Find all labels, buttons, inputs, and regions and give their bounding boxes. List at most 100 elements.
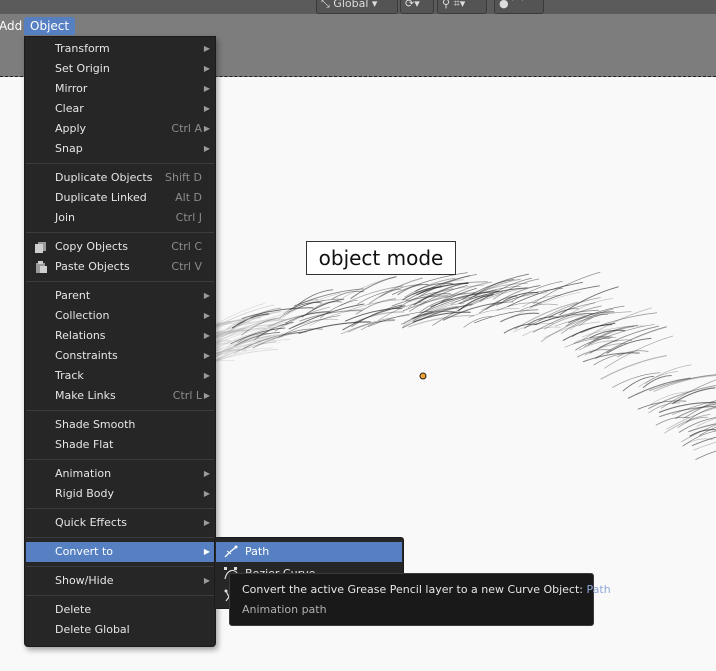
menu-item-constraints[interactable]: Constraints ▶ bbox=[26, 346, 214, 366]
menu-item-apply[interactable]: Apply Ctrl A ▶ bbox=[26, 119, 214, 139]
copy-icon bbox=[35, 242, 46, 253]
menu-item-shortcut: Ctrl L bbox=[172, 389, 202, 402]
submenu-arrow-icon: ▶ bbox=[203, 391, 210, 400]
menu-item-show-hide[interactable]: Show/Hide ▶ bbox=[26, 571, 214, 591]
eyebrow-stroke bbox=[576, 349, 611, 358]
menu-item-label: Make Links bbox=[55, 389, 116, 402]
menu-item-delete[interactable]: Delete bbox=[26, 600, 214, 620]
eyebrow-stroke bbox=[292, 318, 339, 328]
snapping-dropdown[interactable]: ⚲ ⌗▾ bbox=[437, 0, 487, 14]
submenu-arrow-icon: ▶ bbox=[203, 124, 210, 133]
menu-item-animation[interactable]: Animation ▶ bbox=[26, 464, 214, 484]
menu-item-label: Rigid Body bbox=[55, 487, 114, 500]
tooltip-value: Path bbox=[586, 583, 611, 596]
object-origin-point[interactable] bbox=[419, 372, 427, 380]
menu-item-label: Shade Smooth bbox=[55, 418, 136, 431]
menu-item-make-links[interactable]: Make Links Ctrl L ▶ bbox=[26, 386, 214, 406]
menu-item-rigid-body[interactable]: Rigid Body ▶ bbox=[26, 484, 214, 504]
transform-orientation-dropdown[interactable]: ⤡ Global ▾ bbox=[316, 0, 398, 14]
submenu-arrow-icon: ▶ bbox=[203, 547, 210, 556]
menu-separator bbox=[26, 163, 214, 164]
menu-item-delete-global[interactable]: Delete Global bbox=[26, 620, 214, 640]
menu-item-label: Convert to bbox=[55, 545, 114, 558]
eyebrow-stroke bbox=[695, 450, 716, 460]
eyebrow-stroke bbox=[612, 372, 661, 388]
submenu-arrow-icon: ▶ bbox=[203, 144, 210, 153]
menu-item-snap[interactable]: Snap ▶ bbox=[26, 139, 214, 159]
submenu-arrow-icon: ▶ bbox=[203, 351, 210, 360]
orientation-icon: ⤡ bbox=[321, 0, 334, 10]
menu-item-copy-objects[interactable]: Copy Objects Ctrl C bbox=[26, 237, 214, 257]
tooltip-text: Convert the active Grease Pencil layer t… bbox=[242, 583, 583, 596]
eyebrow-stroke bbox=[659, 405, 716, 418]
top-toolbar: ⤡ Global ▾ ⟳▾ ⚲ ⌗▾ ● ⌒ bbox=[0, 0, 716, 14]
menu-item-relations[interactable]: Relations ▶ bbox=[26, 326, 214, 346]
menu-item-label: Shade Flat bbox=[55, 438, 114, 451]
menu-item-join[interactable]: Join Ctrl J bbox=[26, 208, 214, 228]
menu-item-label: Clear bbox=[55, 102, 84, 115]
orientation-value: Global bbox=[333, 0, 369, 10]
menu-item-shortcut: Alt D bbox=[175, 191, 202, 204]
menu-separator bbox=[26, 232, 214, 233]
eyebrow-stroke bbox=[276, 292, 341, 321]
menu-item-label: Transform bbox=[55, 42, 110, 55]
menu-object[interactable]: Object bbox=[24, 17, 76, 35]
menu-separator bbox=[26, 410, 214, 411]
eyebrow-stroke bbox=[355, 298, 397, 315]
submenu-arrow-icon: ▶ bbox=[203, 104, 210, 113]
eyebrow-stroke bbox=[350, 276, 397, 300]
submenu-arrow-icon: ▶ bbox=[203, 311, 210, 320]
menu-item-convert-to[interactable]: Convert to ▶ bbox=[26, 542, 214, 562]
menu-item-track[interactable]: Track ▶ bbox=[26, 366, 214, 386]
submenu-arrow-icon: ▶ bbox=[203, 489, 210, 498]
chevron-down-icon: ▾ bbox=[368, 0, 378, 10]
submenu-arrow-icon: ▶ bbox=[203, 64, 210, 73]
menu-item-shortcut: Ctrl C bbox=[171, 240, 202, 253]
eyebrow-stroke bbox=[532, 271, 601, 304]
menu-item-shortcut: Ctrl A bbox=[171, 122, 202, 135]
menu-separator bbox=[26, 281, 214, 282]
menu-item-label: Duplicate Linked bbox=[55, 191, 147, 204]
menu-item-set-origin[interactable]: Set Origin ▶ bbox=[26, 59, 214, 79]
menu-item-label: Parent bbox=[55, 289, 91, 302]
menu-item-transform[interactable]: Transform ▶ bbox=[26, 39, 214, 59]
menu-item-label: Set Origin bbox=[55, 62, 110, 75]
menu-item-label: Collection bbox=[55, 309, 110, 322]
submenu-arrow-icon: ▶ bbox=[203, 371, 210, 380]
eyebrow-stroke bbox=[655, 416, 690, 426]
menu-item-shade-smooth[interactable]: Shade Smooth bbox=[26, 415, 214, 435]
eyebrow-stroke bbox=[500, 312, 540, 323]
tooltip-description: Convert the active Grease Pencil layer t… bbox=[242, 583, 611, 596]
menu-item-clear[interactable]: Clear ▶ bbox=[26, 99, 214, 119]
eyebrow-stroke bbox=[298, 321, 371, 335]
proportional-editing-dropdown[interactable]: ● ⌒ bbox=[494, 0, 544, 14]
menu-item-label: Relations bbox=[55, 329, 106, 342]
submenu-arrow-icon: ▶ bbox=[203, 469, 210, 478]
menu-item-quick-effects[interactable]: Quick Effects ▶ bbox=[26, 513, 214, 533]
submenu-arrow-icon: ▶ bbox=[203, 518, 210, 527]
menu-item-parent[interactable]: Parent ▶ bbox=[26, 286, 214, 306]
submenu-arrow-icon: ▶ bbox=[203, 331, 210, 340]
menu-item-collection[interactable]: Collection ▶ bbox=[26, 306, 214, 326]
menu-separator bbox=[26, 459, 214, 460]
menu-item-label: Duplicate Objects bbox=[55, 171, 153, 184]
proportional-icon: ● ⌒ bbox=[499, 0, 524, 10]
menu-item-duplicate-objects[interactable]: Duplicate Objects Shift D bbox=[26, 168, 214, 188]
menu-item-label: Snap bbox=[55, 142, 83, 155]
submenu-arrow-icon: ▶ bbox=[203, 291, 210, 300]
menu-item-label: Track bbox=[55, 369, 84, 382]
menu-separator bbox=[26, 508, 214, 509]
menu-item-label: Constraints bbox=[55, 349, 118, 362]
menu-item-mirror[interactable]: Mirror ▶ bbox=[26, 79, 214, 99]
menu-item-shade-flat[interactable]: Shade Flat bbox=[26, 435, 214, 455]
menu-item-label: Apply bbox=[55, 122, 87, 135]
convert-to-path-item[interactable]: Path bbox=[216, 542, 402, 562]
submenu-arrow-icon: ▶ bbox=[203, 84, 210, 93]
pivot-point-dropdown[interactable]: ⟳▾ bbox=[400, 0, 434, 14]
menu-item-label: Copy Objects bbox=[55, 240, 128, 253]
submenu-arrow-icon: ▶ bbox=[203, 44, 210, 53]
menu-item-label: Animation bbox=[55, 467, 112, 480]
menu-item-paste-objects[interactable]: Paste Objects Ctrl V bbox=[26, 257, 214, 277]
menu-item-duplicate-linked[interactable]: Duplicate Linked Alt D bbox=[26, 188, 214, 208]
menu-item-label: Paste Objects bbox=[55, 260, 130, 273]
